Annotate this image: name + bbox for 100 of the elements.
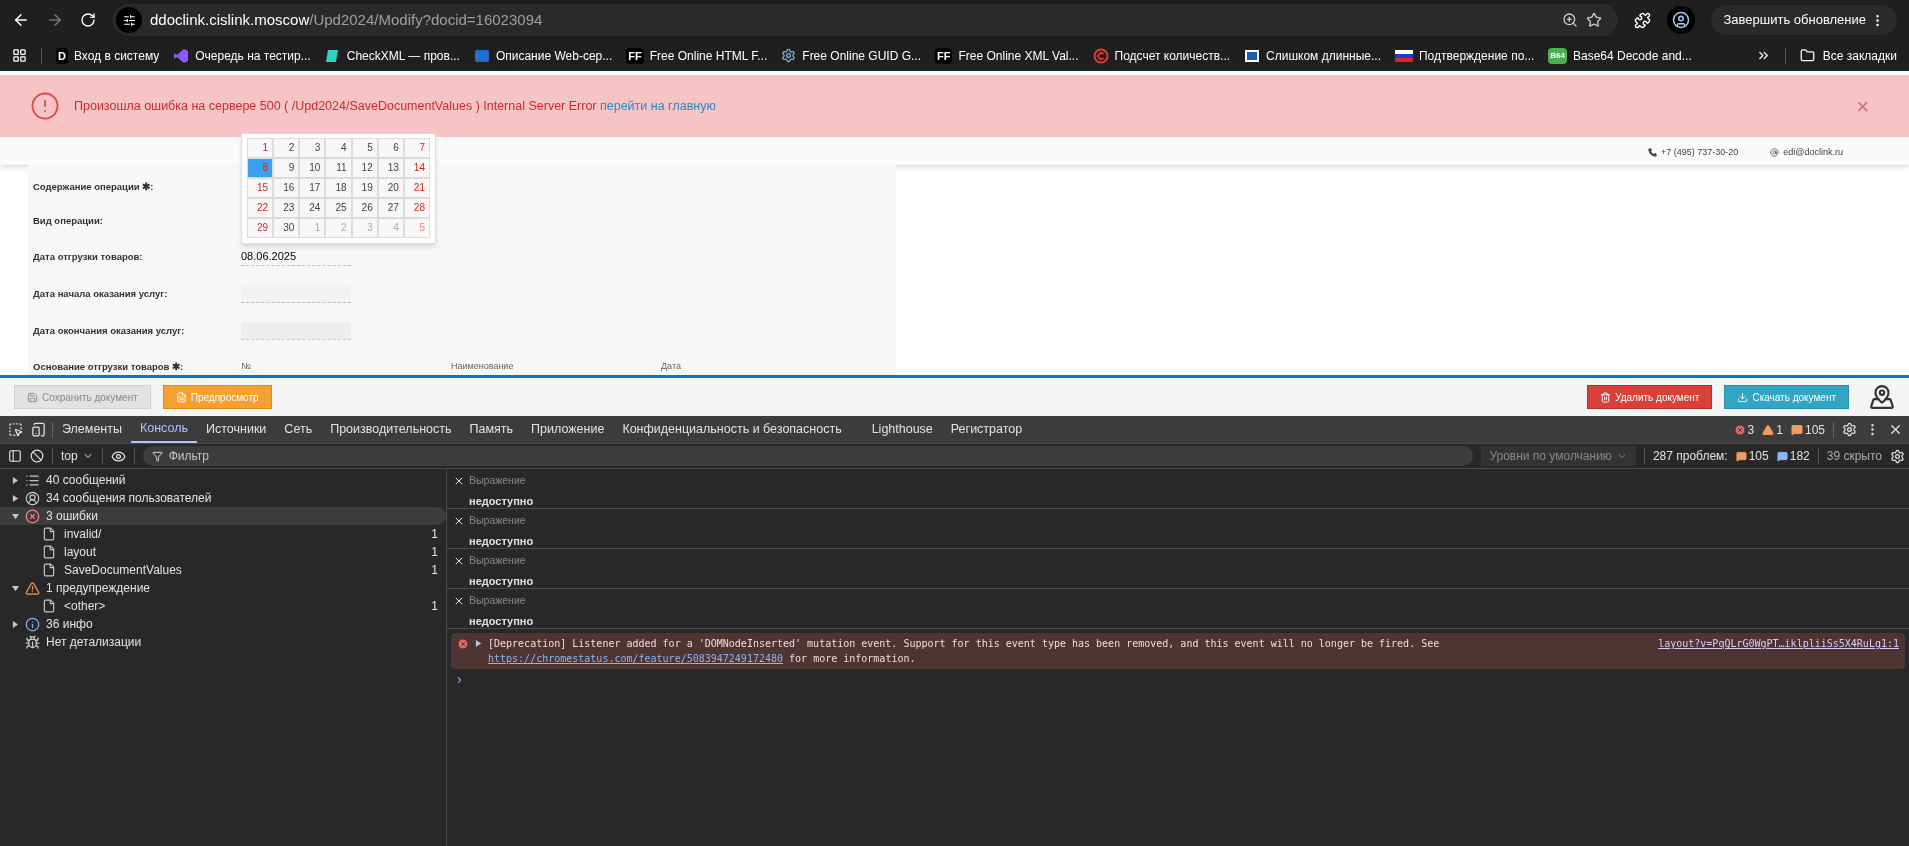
- prompt-icon[interactable]: ›: [447, 669, 1909, 690]
- clear-console-icon[interactable]: [30, 449, 44, 463]
- expression-label[interactable]: Выражение: [469, 553, 526, 569]
- update-button[interactable]: Завершить обновление: [1711, 5, 1897, 35]
- calendar-day[interactable]: 7: [403, 138, 430, 158]
- date-field[interactable]: [241, 322, 351, 341]
- settings-icon[interactable]: [1842, 422, 1857, 437]
- devtools-tab[interactable]: Конфиденциальность и безопасность: [613, 416, 851, 443]
- expand-arrow-icon[interactable]: [12, 620, 19, 628]
- calendar-day[interactable]: 22: [247, 198, 274, 218]
- bookmark[interactable]: Описание Web-сер...: [473, 46, 613, 65]
- sidebar-item[interactable]: 36 инфо: [0, 615, 446, 633]
- error-count[interactable]: 3: [1733, 420, 1755, 439]
- calendar-day[interactable]: 17: [299, 178, 326, 198]
- profile-icon[interactable]: [1667, 6, 1696, 34]
- calendar-day[interactable]: 3: [299, 138, 326, 158]
- expand-arrow-icon[interactable]: [12, 494, 19, 502]
- calendar-day[interactable]: 6: [377, 138, 404, 158]
- calendar-day[interactable]: 30: [273, 218, 300, 238]
- delete-button[interactable]: Удалить документ: [1587, 385, 1713, 409]
- calendar-day[interactable]: 24: [299, 198, 326, 218]
- zoom-icon[interactable]: [1562, 12, 1579, 28]
- bookmark[interactable]: CheckXML — пров...: [324, 46, 460, 65]
- bookmark[interactable]: Подсчет количеств...: [1092, 46, 1231, 65]
- back-icon[interactable]: [12, 11, 30, 29]
- calendar-day[interactable]: 5: [351, 138, 378, 158]
- bookmark[interactable]: B64 Base64 Decode and...: [1548, 46, 1692, 65]
- star-icon[interactable]: [1586, 12, 1603, 28]
- extensions-icon[interactable]: [1634, 11, 1652, 29]
- calendar-day[interactable]: 25: [325, 198, 352, 218]
- expand-arrow-icon[interactable]: [475, 640, 482, 647]
- sidebar-subitem[interactable]: <other> 1: [0, 597, 446, 615]
- date-field[interactable]: 08.06.2025: [241, 248, 351, 267]
- bookmark[interactable]: Очередь на тестир...: [173, 46, 311, 65]
- sidebar-item[interactable]: Нет детализации: [0, 633, 446, 651]
- devtools-tab[interactable]: Производительность: [321, 416, 461, 443]
- issue-count[interactable]: 105: [1790, 420, 1825, 439]
- improvements-count[interactable]: 182: [1776, 447, 1810, 465]
- calendar-day[interactable]: 18: [325, 178, 352, 198]
- devtools-tab[interactable]: Приложение: [522, 416, 614, 443]
- calendar-day[interactable]: 13: [377, 158, 404, 178]
- calendar-day[interactable]: 21: [403, 178, 430, 198]
- devtools-tab[interactable]: Сеть: [275, 416, 322, 443]
- site-settings-icon[interactable]: [116, 7, 142, 33]
- date-field[interactable]: [241, 285, 351, 304]
- devtools-tab[interactable]: Память: [460, 416, 523, 443]
- reload-icon[interactable]: [80, 12, 96, 28]
- devtools-tab[interactable]: Источники: [197, 416, 276, 443]
- bookmark[interactable]: Слишком длинные...: [1244, 46, 1381, 65]
- expand-arrow-icon[interactable]: [12, 476, 19, 484]
- sidebar-item[interactable]: 3 ошибки: [0, 507, 446, 525]
- device-icon[interactable]: [31, 422, 46, 437]
- bookmark[interactable]: FF Free Online XML Val...: [935, 46, 1079, 65]
- calendar-day[interactable]: 11: [325, 158, 352, 178]
- expand-arrow-icon[interactable]: [12, 512, 19, 520]
- calendar-day[interactable]: 16: [273, 178, 300, 198]
- context-selector[interactable]: top: [61, 447, 94, 465]
- calendar-day[interactable]: 1: [247, 138, 274, 158]
- expression-label[interactable]: Выражение: [469, 473, 526, 489]
- console-settings-icon[interactable]: [1890, 448, 1905, 464]
- calendar-day[interactable]: 2: [273, 138, 300, 158]
- expression-label[interactable]: Выражение: [469, 593, 526, 609]
- devtools-tab[interactable]: Lighthouse: [862, 416, 942, 443]
- bookmark[interactable]: FF Free Online HTML F...: [626, 46, 768, 65]
- source-link[interactable]: layout?v=PqQLrG0WgPT…iklpliiSs5X4RuLg1:1: [1658, 636, 1899, 666]
- sidebar-subitem[interactable]: layout 1: [0, 543, 446, 561]
- bookmark[interactable]: D Вход в систему: [56, 46, 160, 65]
- close-icon[interactable]: [1888, 422, 1903, 437]
- calendar-day[interactable]: 27: [377, 198, 404, 218]
- eye-icon[interactable]: [110, 448, 126, 464]
- apps-icon[interactable]: [12, 48, 27, 63]
- levels-dropdown[interactable]: Уровни по умолчанию: [1481, 446, 1636, 466]
- expression-label[interactable]: Выражение: [469, 513, 526, 529]
- sidebar-item[interactable]: 34 сообщения пользователей: [0, 489, 446, 507]
- sidebar-item[interactable]: 1 предупреждение: [0, 579, 446, 597]
- calendar-day[interactable]: 15: [247, 178, 274, 198]
- address-bar[interactable]: ddoclink.cislink.moscow/Upd2024/Modify?docid=16023094: [112, 4, 1619, 36]
- issues-count[interactable]: 105: [1735, 447, 1769, 465]
- calendar-day[interactable]: 4: [325, 138, 352, 158]
- calendar-day[interactable]: 29: [247, 218, 274, 238]
- expand-arrow-icon[interactable]: [12, 584, 19, 592]
- calendar-day[interactable]: 19: [351, 178, 378, 198]
- calendar-day[interactable]: 9: [273, 158, 300, 178]
- sidebar-subitem[interactable]: SaveDocumentValues 1: [0, 561, 446, 579]
- sidebar-toggle-icon[interactable]: [8, 449, 22, 463]
- calendar-day[interactable]: 10: [299, 158, 326, 178]
- warning-count[interactable]: 1: [1762, 420, 1783, 439]
- calendar-day[interactable]: 14: [403, 158, 430, 178]
- all-bookmarks[interactable]: Все закладки: [1799, 46, 1897, 65]
- bookmark[interactable]: Подтверждение по...: [1394, 46, 1535, 65]
- forward-icon[interactable]: [46, 11, 64, 29]
- bookmark[interactable]: Free Online GUID G...: [781, 46, 921, 65]
- inspect-icon[interactable]: [8, 422, 23, 437]
- calendar-day[interactable]: 28: [403, 198, 430, 218]
- devtools-tab[interactable]: Регистратор: [941, 416, 1032, 443]
- calendar-day[interactable]: 12: [351, 158, 378, 178]
- calendar-day[interactable]: 23: [273, 198, 300, 218]
- calendar-day[interactable]: 26: [351, 198, 378, 218]
- map-icon[interactable]: [1869, 384, 1895, 410]
- sidebar-subitem[interactable]: invalid/ 1: [0, 525, 446, 543]
